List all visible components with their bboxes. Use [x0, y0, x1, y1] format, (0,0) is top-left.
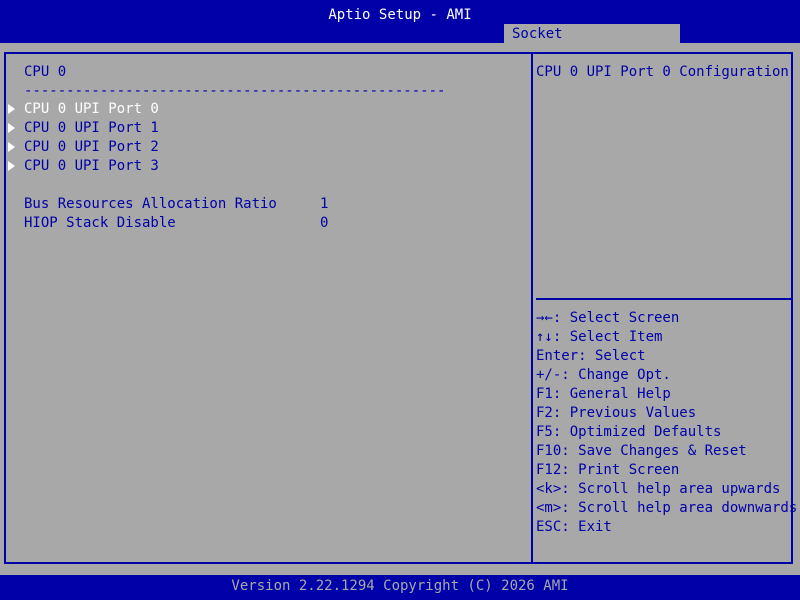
key-hint: <m>: Scroll help area downwards	[536, 500, 798, 516]
setup-panel: CPU 0 ----------------------------------…	[0, 43, 800, 575]
key-hint: F5: Optimized Defaults	[536, 424, 722, 440]
key-hint: F10: Save Changes & Reset	[536, 443, 747, 459]
key-hint: +/-: Change Opt.	[536, 367, 671, 383]
panel-divider	[531, 52, 533, 564]
app-title: Aptio Setup - AMI	[328, 7, 472, 23]
submenu-label: CPU 0 UPI Port 0	[24, 101, 159, 117]
key-hint: Enter: Select	[536, 348, 646, 364]
setting-value: 1	[320, 196, 329, 212]
submenu-arrow-icon	[8, 142, 15, 152]
key-hint: F12: Print Screen	[536, 462, 680, 478]
key-hint: →←: Select Screen	[536, 310, 680, 326]
section-separator: ----------------------------------------…	[24, 83, 446, 99]
setting-label: Bus Resources Allocation Ratio	[24, 196, 277, 212]
section-title: CPU 0	[24, 64, 67, 80]
submenu-label: CPU 0 UPI Port 2	[24, 139, 159, 155]
settings-pane: CPU 0 ----------------------------------…	[0, 43, 530, 575]
key-hint: F1: General Help	[536, 386, 671, 402]
setting-value: 0	[320, 215, 329, 231]
submenu-label: CPU 0 UPI Port 3	[24, 158, 159, 174]
title-bar: Aptio Setup - AMI Socket Configuration	[0, 0, 800, 61]
version-text: Version 2.22.1294 Copyright (C) 2026 AMI	[231, 578, 569, 594]
tab-socket-configuration[interactable]: Socket Configuration	[504, 24, 680, 61]
setting-label: HIOP Stack Disable	[24, 215, 176, 231]
help-separator	[536, 298, 792, 300]
submenu-arrow-icon	[8, 123, 15, 133]
help-description: CPU 0 UPI Port 0 Configuration	[536, 64, 789, 80]
submenu-arrow-icon	[8, 161, 15, 171]
key-hint: ESC: Exit	[536, 519, 612, 535]
submenu-label: CPU 0 UPI Port 1	[24, 120, 159, 136]
submenu-arrow-icon	[8, 104, 15, 114]
key-hint: F2: Previous Values	[536, 405, 697, 421]
key-hint: <k>: Scroll help area upwards	[536, 481, 781, 497]
footer-bar: Version 2.22.1294 Copyright (C) 2026 AMI	[0, 575, 800, 600]
key-hint: ↑↓: Select Item	[536, 329, 663, 345]
